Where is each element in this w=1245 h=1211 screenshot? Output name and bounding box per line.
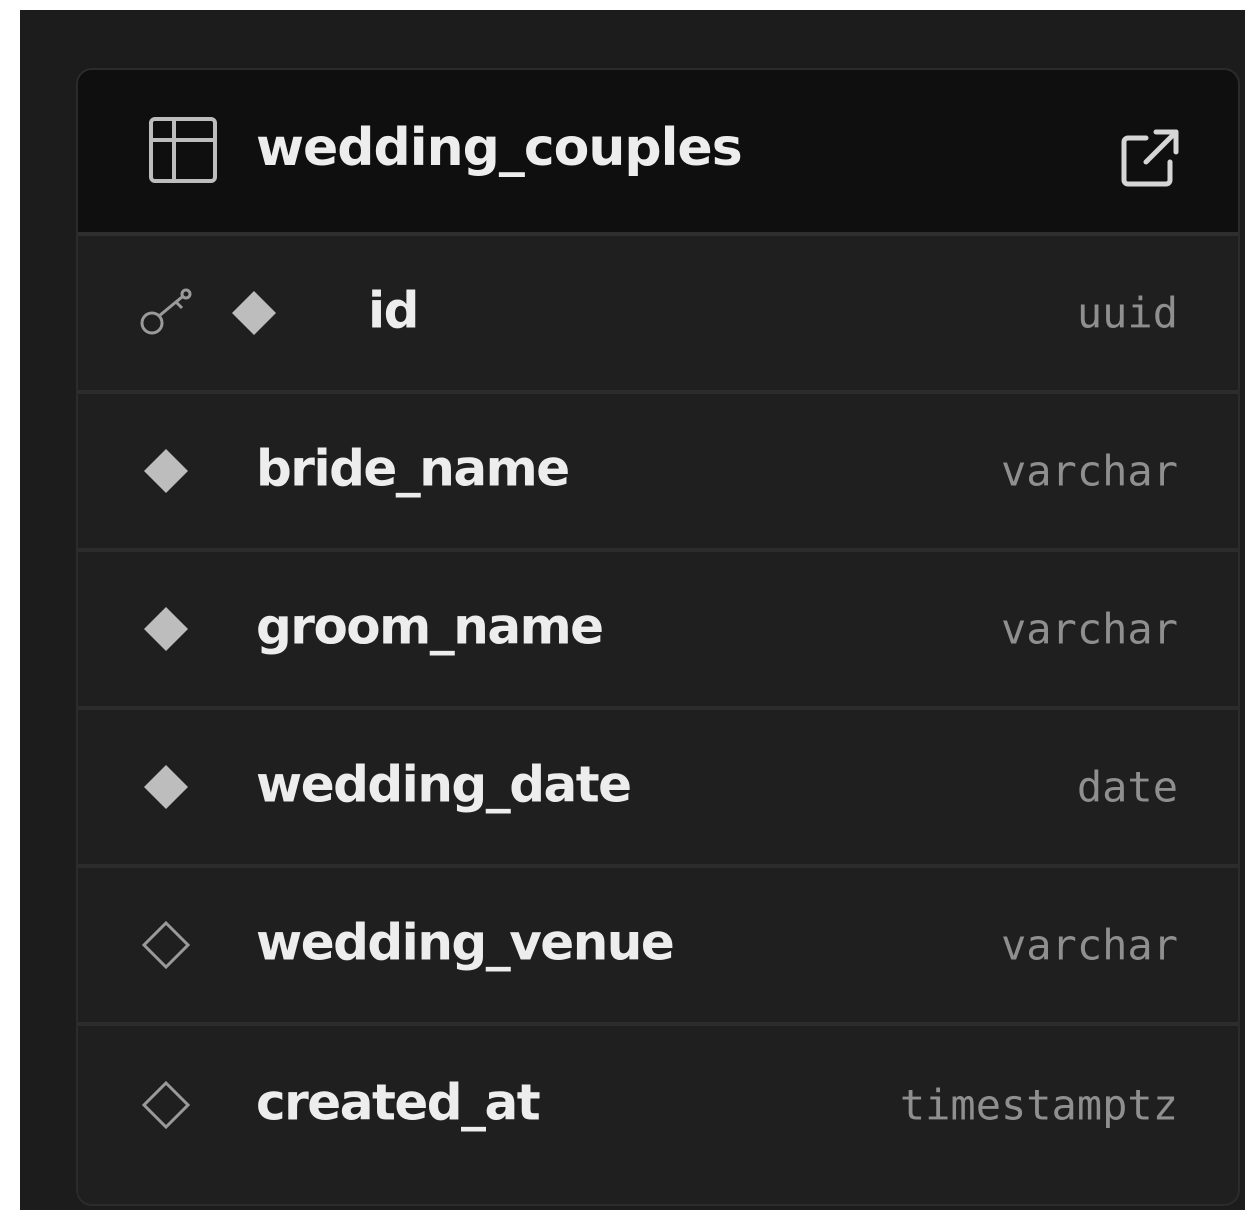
column-name: wedding_venue bbox=[256, 913, 675, 972]
column-row[interactable]: id uuid bbox=[78, 236, 1238, 394]
column-type: varchar bbox=[1000, 920, 1178, 970]
table-node[interactable]: wedding_couples id uuid bride_name varch… bbox=[76, 68, 1240, 1206]
filled-diamond-icon bbox=[144, 607, 188, 651]
table-header: wedding_couples bbox=[78, 70, 1238, 236]
column-name: wedding_date bbox=[256, 755, 632, 814]
column-name: created_at bbox=[256, 1073, 541, 1132]
column-type: varchar bbox=[1000, 604, 1178, 654]
filled-diamond-icon bbox=[144, 449, 188, 493]
filled-diamond-icon bbox=[144, 765, 188, 809]
column-row[interactable]: created_at timestamptz bbox=[78, 1026, 1238, 1184]
column-type: varchar bbox=[1000, 446, 1178, 496]
schema-canvas: wedding_couples id uuid bride_name varch… bbox=[20, 10, 1245, 1210]
column-row[interactable]: wedding_venue varchar bbox=[78, 868, 1238, 1026]
column-row[interactable]: groom_name varchar bbox=[78, 552, 1238, 710]
column-name: bride_name bbox=[256, 439, 570, 498]
column-name: id bbox=[368, 281, 419, 340]
column-name: groom_name bbox=[256, 597, 604, 656]
external-link-icon[interactable] bbox=[1118, 126, 1182, 190]
column-type: uuid bbox=[1076, 288, 1178, 338]
table-icon bbox=[149, 117, 217, 183]
column-type: timestamptz bbox=[899, 1080, 1178, 1130]
outline-diamond-icon bbox=[141, 1080, 191, 1130]
outline-diamond-icon bbox=[141, 920, 191, 970]
column-row[interactable]: wedding_date date bbox=[78, 710, 1238, 868]
filled-diamond-icon bbox=[232, 291, 276, 335]
column-type: date bbox=[1076, 762, 1178, 812]
key-icon bbox=[140, 288, 192, 335]
column-row[interactable]: bride_name varchar bbox=[78, 394, 1238, 552]
table-name: wedding_couples bbox=[256, 118, 743, 178]
column-list: id uuid bride_name varchar groom_name va… bbox=[78, 236, 1238, 1184]
